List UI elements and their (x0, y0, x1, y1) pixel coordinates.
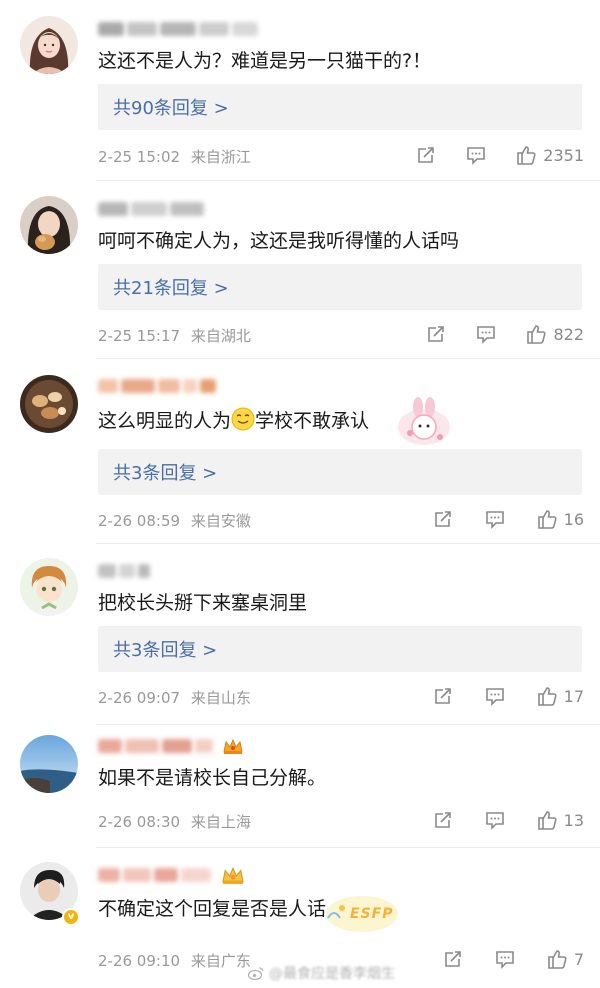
like-icon (527, 325, 547, 344)
avatar[interactable] (20, 196, 78, 254)
like-button[interactable]: 822 (525, 323, 584, 345)
comment-location: 来自浙江 (190, 148, 251, 166)
view-replies-link[interactable]: 共21条回复 > (98, 264, 582, 310)
like-button[interactable]: 2351 (515, 144, 584, 166)
avatar[interactable] (20, 16, 78, 74)
comment-text: 这么明显的人为 学校不敢承认 (98, 407, 369, 434)
share-icon[interactable] (432, 809, 454, 831)
view-replies-link[interactable]: 共90条回复 > (98, 84, 582, 130)
smile-emoji-icon (231, 407, 255, 431)
avatar[interactable] (20, 375, 78, 433)
comment-actions: 13 (432, 809, 584, 831)
comment-date: 2-25 15:17 (98, 327, 181, 345)
like-count: 7 (573, 949, 584, 969)
like-button[interactable]: 13 (536, 809, 584, 831)
comment-actions: 17 (432, 685, 584, 707)
share-icon[interactable] (432, 508, 454, 530)
comment-text-part: 学校不敢承认 (255, 410, 370, 432)
comment-icon[interactable] (484, 809, 506, 831)
share-icon[interactable] (425, 323, 447, 345)
view-replies-link[interactable]: 共3条回复 > (98, 449, 582, 495)
username-blurred[interactable] (98, 377, 216, 395)
comment-item: 这还不是人为？难道是另一只猫干的?！ 共90条回复 > 2-25 15:02 来… (0, 0, 600, 180)
comment-icon[interactable] (494, 948, 516, 970)
comment-meta: 2-25 15:02 来自浙江 (98, 146, 251, 167)
comment-actions: 16 (432, 508, 584, 530)
comment-meta: 2-26 09:07 来自山东 (98, 687, 251, 708)
view-replies-link[interactable]: 共3条回复 > (98, 626, 582, 672)
like-icon (537, 687, 557, 706)
comment-location: 来自山东 (190, 689, 251, 707)
watermark-text: @最食应是香李烟生 (269, 966, 395, 982)
crown-icon (223, 738, 243, 754)
comment-icon[interactable] (484, 685, 506, 707)
like-icon (537, 811, 557, 830)
comment-actions: 822 (425, 323, 584, 345)
like-count: 13 (563, 810, 584, 830)
username-blurred[interactable] (98, 866, 246, 884)
comment-date: 2-25 15:02 (98, 148, 181, 166)
username-blurred[interactable] (98, 20, 258, 38)
comment-item: 把校长头掰下来塞桌洞里 共3条回复 > 2-26 09:07 来自山东 17 (0, 544, 600, 724)
share-icon[interactable] (415, 144, 437, 166)
like-button[interactable]: 16 (536, 508, 584, 530)
share-icon[interactable] (432, 685, 454, 707)
comment-icon[interactable] (475, 323, 497, 345)
like-icon (548, 950, 567, 969)
comment-item: 这么明显的人为 学校不敢承认 共3条回复 > 2-26 08:59 来自安徽 16 (0, 359, 600, 543)
username-blurred[interactable] (98, 737, 244, 755)
comment-date: 2-26 08:30 (98, 813, 181, 831)
avatar[interactable] (20, 735, 78, 793)
like-button[interactable]: 17 (536, 685, 584, 707)
crown-icon (222, 866, 244, 884)
username-blurred[interactable] (98, 200, 204, 218)
comment-meta: 2-26 08:59 来自安徽 (98, 510, 251, 531)
share-icon[interactable] (442, 948, 464, 970)
pink-bunny-sticker-icon (398, 397, 450, 445)
like-button[interactable]: 7 (546, 948, 584, 970)
comment-text: 呵呵不确定人为，这还是我听得懂的人话吗 (98, 230, 460, 252)
comment-item: 呵呵不确定人为，这还是我听得懂的人话吗 共21条回复 > 2-25 15:17 … (0, 181, 600, 358)
esfp-sticker-text: ESFP (350, 906, 394, 922)
avatar[interactable] (20, 558, 78, 616)
comment-date: 2-26 09:10 (98, 952, 181, 970)
comment-item: 如果不是请校长自己分解。 2-26 08:30 来自上海 13 (0, 725, 600, 847)
comment-text: 如果不是请校长自己分解。 (98, 767, 327, 789)
comment-location: 来自广东 (190, 952, 251, 970)
comment-actions: 7 (442, 948, 584, 970)
comment-text-part: 这么明显的人为 (98, 410, 232, 432)
comment-actions: 2351 (415, 144, 584, 166)
comment-location: 来自湖北 (190, 327, 251, 345)
comment-date: 2-26 08:59 (98, 512, 181, 530)
comment-text: 把校长头掰下来塞桌洞里 (98, 592, 308, 614)
comment-meta: 2-26 09:10 来自广东 (98, 950, 251, 971)
comment-icon[interactable] (484, 508, 506, 530)
like-count: 2351 (543, 145, 584, 165)
comment-meta: 2-25 15:17 来自湖北 (98, 325, 251, 346)
watermark: @最食应是香李烟生 (248, 963, 395, 983)
like-count: 16 (563, 509, 584, 529)
like-count: 822 (553, 324, 584, 344)
esfp-sticker: ESFP (320, 878, 400, 938)
comment-location: 来自上海 (190, 813, 251, 831)
weibo-logo-icon (248, 967, 264, 980)
like-count: 17 (563, 686, 584, 706)
comment-icon[interactable] (465, 144, 487, 166)
verified-badge-icon: v (62, 908, 80, 926)
comment-text: 不确定这个回复是否是人话 (98, 898, 327, 920)
comment-feed: 这还不是人为？难道是另一只猫干的?！ 共90条回复 > 2-25 15:02 来… (0, 0, 600, 988)
like-icon (517, 146, 536, 165)
comment-date: 2-26 09:07 (98, 689, 181, 707)
like-icon (537, 510, 557, 529)
username-blurred[interactable] (98, 562, 150, 580)
comment-location: 来自安徽 (190, 512, 251, 530)
comment-meta: 2-26 08:30 来自上海 (98, 811, 251, 832)
comment-text: 这还不是人为？难道是另一只猫干的?！ (98, 50, 432, 72)
